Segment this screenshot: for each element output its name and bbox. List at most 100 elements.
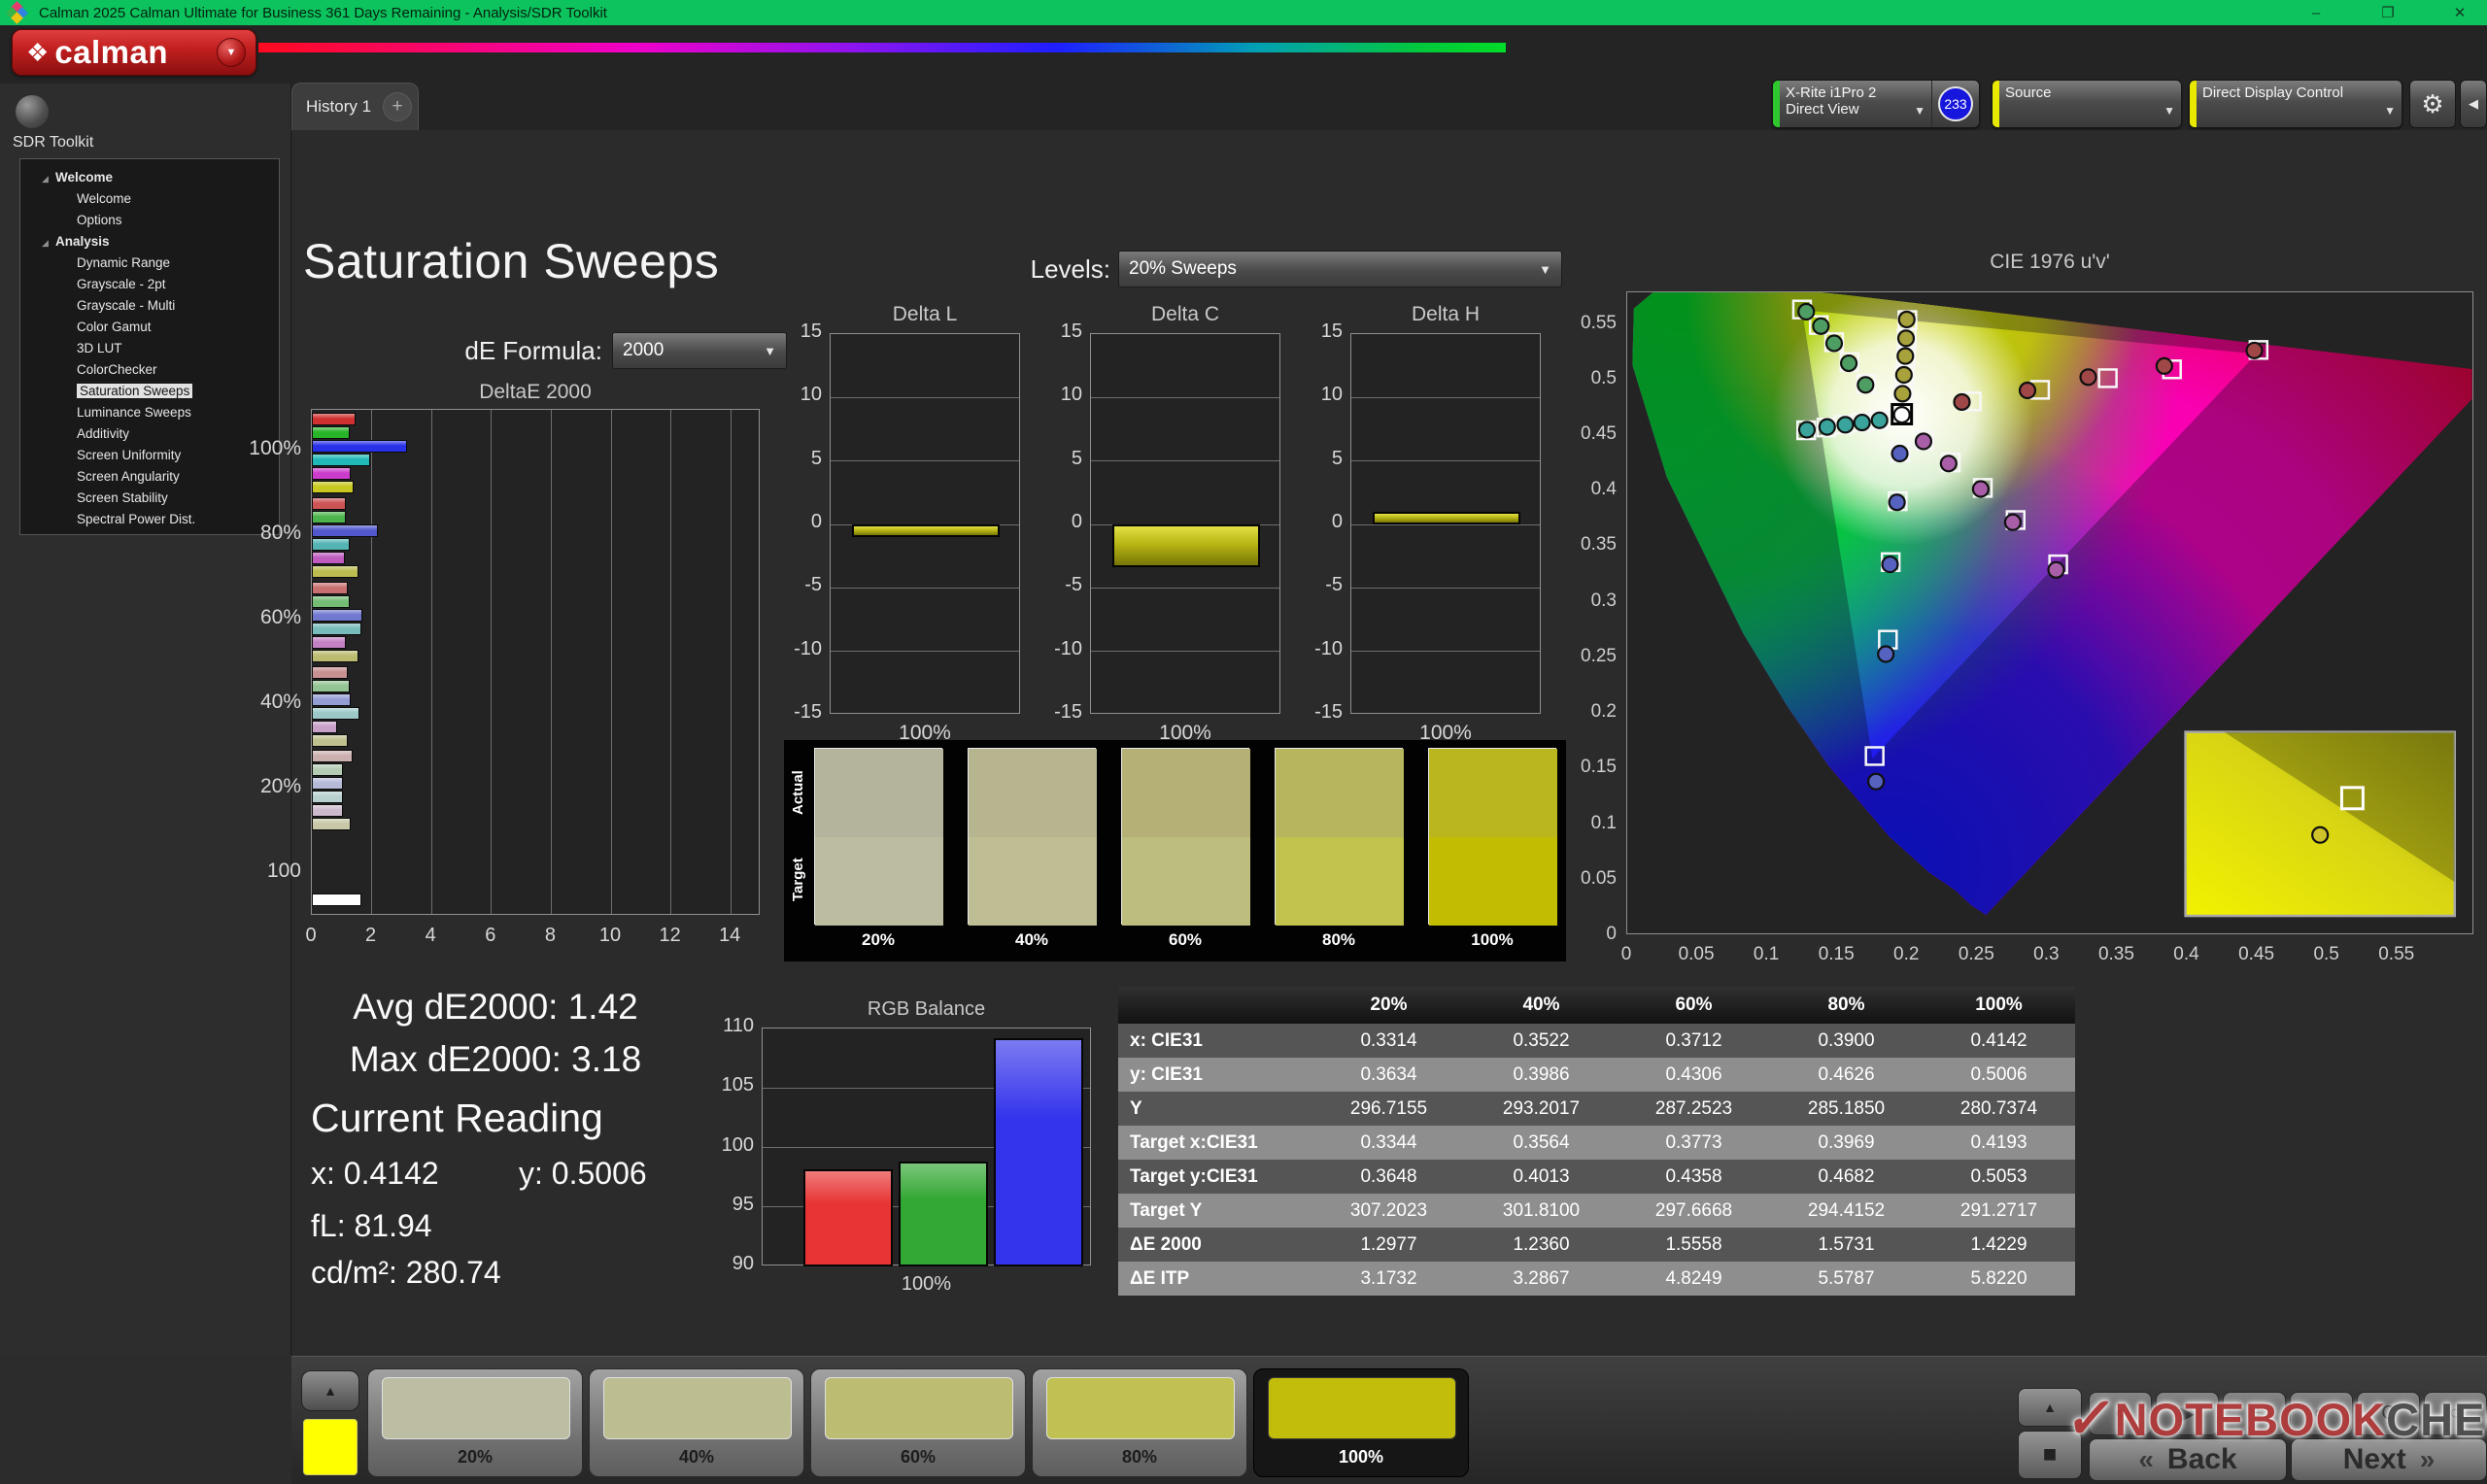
delta_h-title: Delta H xyxy=(1411,303,1481,325)
levels-value: 20% Sweeps xyxy=(1129,258,1237,279)
pattern-button-20%[interactable]: 20% xyxy=(367,1368,583,1477)
pattern-button-80%[interactable]: 80% xyxy=(1032,1368,1247,1477)
transport-button[interactable]: C xyxy=(2357,1392,2420,1435)
group-label: 60% xyxy=(259,606,301,629)
transport-button[interactable]: ∞ xyxy=(2290,1392,2353,1435)
next-button[interactable]: Next » xyxy=(2291,1438,2487,1481)
pattern-button-60%[interactable]: 60% xyxy=(810,1368,1026,1477)
tree-item-welcome[interactable]: Welcome xyxy=(20,188,279,210)
close-button[interactable]: ✕ xyxy=(2446,4,2473,21)
title-bar: Calman 2025 Calman Ultimate for Business… xyxy=(0,0,2487,25)
cie-x-tick-label: 0.4 xyxy=(2173,944,2199,964)
tree-group-analysis[interactable]: ◢ Analysis xyxy=(20,231,279,253)
deltae-bar xyxy=(312,665,348,679)
measured-point xyxy=(1818,418,1836,436)
cie-x-tick-label: 0.05 xyxy=(1678,944,1715,964)
y-tick-label: 15 xyxy=(1060,320,1082,342)
tree-item-label: Screen Stability xyxy=(77,490,168,505)
deltae-bar xyxy=(312,692,352,706)
table-row: Target x:CIE31 0.3344 0.3564 0.3773 0.3969 0.… xyxy=(1118,1126,2075,1160)
source-dropdown[interactable]: Source ▼ xyxy=(1992,80,2182,128)
deltae-bar xyxy=(312,467,352,480)
measured-point xyxy=(1939,455,1958,473)
swatch-column-40% xyxy=(968,748,1097,926)
cell-value: 3.2867 xyxy=(1513,1267,1570,1289)
swatch-label: 40% xyxy=(1014,930,1049,949)
cell-value: 0.3634 xyxy=(1360,1063,1417,1085)
tree-item-3d-lut[interactable]: 3D LUT xyxy=(20,338,279,359)
settings-button[interactable]: ⚙ xyxy=(2409,80,2456,128)
cell-value: 0.3969 xyxy=(1818,1131,1875,1153)
rgb-y-tick-label: 100 xyxy=(721,1133,754,1156)
table-row: ΔE 2000 1.2977 1.2360 1.5558 1.5731 1.4229 xyxy=(1118,1228,2075,1262)
tree-item-color-gamut[interactable]: Color Gamut xyxy=(20,317,279,338)
actual-row-label: Actual xyxy=(790,770,806,815)
deltae-bar xyxy=(312,804,344,818)
pattern-button-100%[interactable]: 100% xyxy=(1253,1368,1469,1477)
tree-item-saturation-sweeps[interactable]: Saturation Sweeps xyxy=(20,381,279,402)
tree-expand-icon[interactable]: ◢ xyxy=(42,168,55,189)
target-swatch xyxy=(969,837,1097,926)
levels-dropdown[interactable]: 20% Sweeps ▼ xyxy=(1118,251,1562,287)
deltae-bar xyxy=(312,777,344,791)
table-header-60%: 60% xyxy=(1675,995,1713,1015)
tree-item-screen-angularity[interactable]: Screen Angularity xyxy=(20,466,279,488)
meter-dropdown[interactable]: X-Rite i1Pro 2 Direct View ▼ 233 xyxy=(1772,80,1980,128)
actual-swatch xyxy=(1429,749,1557,837)
tab-history-1[interactable]: History 1 xyxy=(292,97,371,117)
target-row-label: Target xyxy=(790,858,806,902)
cie-y-tick-label: 0.5 xyxy=(1590,367,1617,388)
swatch-column-80% xyxy=(1275,748,1404,926)
calman-menu-button[interactable]: ❖ calman ▼ xyxy=(12,29,256,76)
tree-item-dynamic-range[interactable]: Dynamic Range xyxy=(20,253,279,274)
y-tick-label: -5 xyxy=(1325,574,1343,596)
pattern-label: 60% xyxy=(900,1447,937,1467)
maximize-button[interactable]: ❐ xyxy=(2374,4,2402,21)
tree-item-label: Screen Uniformity xyxy=(77,448,182,462)
tree-expand-icon[interactable]: ◢ xyxy=(42,232,55,253)
workflow-sphere-button[interactable] xyxy=(16,95,49,128)
de-formula-dropdown[interactable]: 2000 ▼ xyxy=(612,332,787,369)
gridline xyxy=(1091,460,1279,462)
pattern-button-40%[interactable]: 40% xyxy=(589,1368,804,1477)
cie-x-tick-label: 0.5 xyxy=(2313,944,2339,964)
minimize-button[interactable]: – xyxy=(2302,5,2330,21)
tree-group-welcome[interactable]: ◢ Welcome xyxy=(20,167,279,188)
transport-button[interactable]: ● xyxy=(2089,1392,2152,1435)
deltae-bar xyxy=(312,608,363,622)
y-tick-label: -10 xyxy=(1054,637,1082,659)
deltae-bar xyxy=(312,551,345,564)
panel-collapse-button[interactable]: ◀ xyxy=(2460,80,2487,128)
display-control-dropdown[interactable]: Direct Display Control ▼ xyxy=(2189,80,2402,128)
tree-item-grayscale-multi[interactable]: Grayscale - Multi xyxy=(20,295,279,317)
back-label: Back xyxy=(2166,1443,2237,1475)
tree-item-grayscale-2pt[interactable]: Grayscale - 2pt xyxy=(20,274,279,295)
reading-x-value: x: 0.4142 xyxy=(311,1156,439,1191)
tree-item-colorchecker[interactable]: ColorChecker xyxy=(20,359,279,381)
delta_c-category-label: 100% xyxy=(1159,722,1211,744)
calman-menu-arrow-icon[interactable]: ▼ xyxy=(217,38,246,67)
cie-x-tick-label: 0.2 xyxy=(1893,944,1920,964)
gridline xyxy=(831,460,1019,462)
tree-item-screen-stability[interactable]: Screen Stability xyxy=(20,488,279,509)
add-tab-button[interactable]: + xyxy=(383,92,412,121)
y-tick-label: 0 xyxy=(1071,511,1082,532)
bottom-pattern-bar: ▲ 20% 40% 60% 80% 100% ▲ ■ ● ▶ ≡ ∞ C ○ « Back Next » xyxy=(291,1356,2487,1484)
deltae-bar xyxy=(312,818,352,831)
transport-up-button[interactable]: ▲ xyxy=(2018,1388,2082,1427)
pattern-scroll-up-button[interactable]: ▲ xyxy=(301,1370,359,1411)
tree-item-options[interactable]: Options xyxy=(20,210,279,231)
measured-point xyxy=(1797,302,1816,321)
back-button[interactable]: « Back xyxy=(2089,1438,2287,1481)
tree-item-luminance-sweeps[interactable]: Luminance Sweeps xyxy=(20,402,279,423)
workflow-title: SDR Toolkit xyxy=(13,134,94,151)
stop-pattern-button[interactable]: ■ xyxy=(2018,1431,2082,1479)
next-chevron-icon: » xyxy=(2419,1444,2436,1474)
transport-button[interactable]: ○ xyxy=(2424,1392,2487,1435)
tree-item-label: Spectral Power Dist. xyxy=(77,512,196,526)
measured-point xyxy=(1892,405,1911,424)
tab-strip: History 1 + xyxy=(291,83,419,130)
transport-button[interactable]: ▶ xyxy=(2156,1392,2219,1435)
transport-button[interactable]: ≡ xyxy=(2223,1392,2286,1435)
y-tick-label: 15 xyxy=(1320,320,1343,342)
